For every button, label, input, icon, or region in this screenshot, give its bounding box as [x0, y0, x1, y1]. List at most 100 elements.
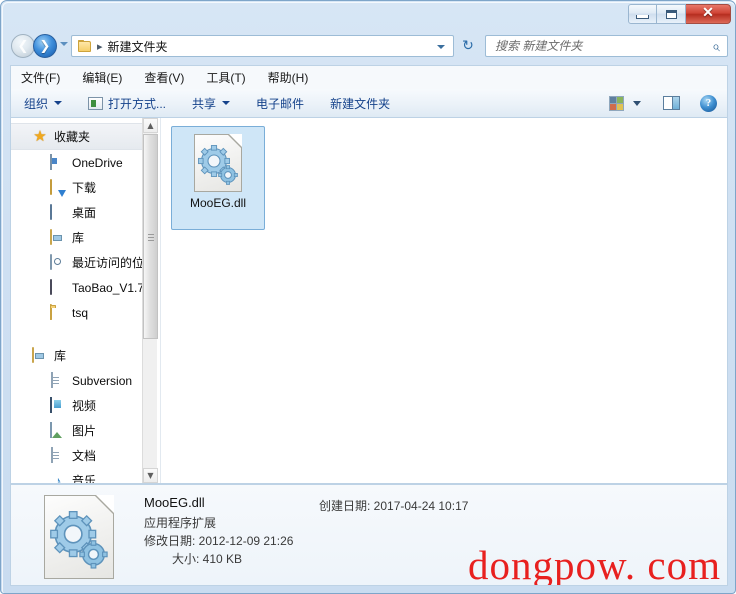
window-controls: ✕ — [628, 4, 731, 24]
open-with-label: 打开方式... — [108, 96, 167, 111]
scroll-down-button[interactable]: ▼ — [143, 468, 158, 483]
navigation-scrollbar[interactable]: ▲ ▼ — [142, 118, 158, 483]
explorer-body: ★ 收藏夹 OneDrive 下载 桌面 库 最近访问的位置 TaoBao_V1… — [10, 118, 728, 484]
onedrive-icon — [50, 153, 66, 171]
details-created-date: 创建日期: 2017-04-24 10:17 — [319, 499, 469, 513]
sidebar-item-label: 库 — [72, 231, 85, 245]
scrollbar-thumb[interactable] — [143, 134, 158, 339]
sidebar-item-desktop[interactable]: 桌面 — [11, 200, 151, 225]
share-label: 共享 — [192, 96, 217, 111]
folder-icon — [78, 39, 92, 53]
breadcrumb-separator: ▸ — [97, 40, 103, 53]
open-with-button[interactable]: 打开方式... — [88, 95, 166, 112]
sidebar-item-videos[interactable]: 视频 — [11, 393, 151, 418]
address-dropdown-icon[interactable] — [437, 45, 445, 49]
document-icon — [50, 446, 66, 464]
close-icon: ✕ — [702, 6, 714, 21]
sidebar-item-label: 图片 — [72, 424, 97, 438]
sidebar-item-label: 视频 — [72, 399, 97, 413]
sidebar-item-downloads[interactable]: 下载 — [11, 175, 151, 200]
sidebar-item-documents[interactable]: 文档 — [11, 443, 151, 468]
sidebar-group-label: 收藏夹 — [54, 130, 91, 144]
back-button[interactable]: ❮ — [11, 34, 35, 58]
sidebar-item-taobao[interactable]: TaoBao_V1.7 — [11, 275, 151, 300]
recent-places-icon — [50, 253, 66, 271]
menu-item-edit[interactable]: 编辑(E) — [82, 69, 122, 86]
sidebar-item-pictures[interactable]: 图片 — [11, 418, 151, 443]
dll-file-icon — [194, 134, 242, 192]
breadcrumb-path[interactable]: 新建文件夹 — [108, 38, 168, 55]
close-button[interactable]: ✕ — [686, 4, 731, 24]
maximize-button[interactable] — [657, 4, 686, 24]
details-file-size: 大小: 410 KB — [172, 552, 243, 566]
document-icon — [50, 371, 66, 389]
music-icon: ♪ — [54, 472, 62, 484]
view-options-icon[interactable] — [609, 95, 624, 111]
star-icon: ★ — [33, 127, 47, 145]
new-folder-button[interactable]: 新建文件夹 — [330, 95, 390, 112]
back-arrow-icon: ❮ — [17, 38, 29, 54]
search-icon[interactable]: ⌕ — [712, 39, 720, 55]
sidebar-item-label: Subversion — [72, 373, 133, 388]
download-icon — [50, 178, 66, 196]
sidebar-item-label: TaoBao_V1.7 — [72, 280, 145, 295]
sidebar-group-favorites[interactable]: ★ 收藏夹 — [11, 123, 151, 150]
address-bar[interactable]: ▸ 新建文件夹 — [71, 35, 454, 57]
sidebar-item-label: 最近访问的位置 — [72, 256, 151, 270]
dll-file-icon — [44, 495, 114, 579]
list-item-label: MooEG.dll — [189, 196, 247, 210]
minimize-icon — [636, 14, 649, 19]
file-list-pane[interactable]: MooEG.dll — [161, 118, 727, 483]
list-item[interactable]: MooEG.dll — [171, 126, 265, 230]
recent-pages-dropdown-icon[interactable] — [60, 42, 68, 46]
open-with-icon — [88, 96, 104, 110]
navigation-pane: ★ 收藏夹 OneDrive 下载 桌面 库 最近访问的位置 TaoBao_V1… — [11, 118, 161, 483]
title-bar: ✕ — [1, 1, 735, 27]
minimize-button[interactable] — [628, 4, 657, 24]
organize-button[interactable]: 组织 — [24, 95, 63, 112]
sidebar-item-onedrive[interactable]: OneDrive — [11, 150, 151, 175]
share-button[interactable]: 共享 — [192, 95, 231, 112]
sidebar-item-music[interactable]: ♪ 音乐 — [11, 468, 151, 484]
menu-item-tools[interactable]: 工具(T) — [206, 69, 245, 86]
sidebar-item-label: 文档 — [72, 449, 97, 463]
sidebar-item-label: 下载 — [72, 181, 97, 195]
menu-item-view[interactable]: 查看(V) — [144, 69, 184, 86]
sidebar-item-libraries-shortcut[interactable]: 库 — [11, 225, 151, 250]
menu-item-help[interactable]: 帮助(H) — [268, 69, 309, 86]
toolbar: 组织 打开方式... 共享 电子邮件 新建文件夹 ? — [10, 89, 728, 118]
sidebar-item-tsq[interactable]: tsq — [11, 300, 151, 325]
preview-pane-icon[interactable] — [663, 96, 680, 110]
scroll-up-button[interactable]: ▲ — [143, 118, 158, 133]
library-icon — [50, 228, 66, 246]
details-modified-date: 修改日期: 2012-12-09 21:26 — [144, 534, 294, 548]
picture-icon — [50, 421, 66, 439]
forward-button[interactable]: ❯ — [33, 34, 57, 58]
sidebar-item-label: tsq — [72, 305, 89, 320]
navigation-list: ★ 收藏夹 OneDrive 下载 桌面 库 最近访问的位置 TaoBao_V1… — [11, 123, 151, 483]
sidebar-item-subversion[interactable]: Subversion — [11, 368, 151, 393]
menu-item-file[interactable]: 文件(F) — [21, 69, 60, 86]
desktop-icon — [50, 203, 66, 221]
explorer-window: ✕ ❮ ❯ ▸ 新建文件夹 ↻ ⌕ 文件(F) 编辑(E) 查看(V) — [0, 0, 736, 594]
chevron-down-icon — [222, 101, 231, 105]
organize-label: 组织 — [24, 96, 49, 111]
chevron-down-icon — [54, 101, 63, 105]
maximize-icon — [665, 9, 677, 19]
library-folder-icon — [32, 346, 48, 364]
help-icon[interactable]: ? — [700, 94, 717, 112]
search-box[interactable]: ⌕ — [485, 35, 728, 57]
sidebar-group-libraries[interactable]: 库 — [11, 343, 151, 368]
sidebar-item-recent-places[interactable]: 最近访问的位置 — [11, 250, 151, 275]
search-input[interactable] — [493, 38, 697, 54]
sidebar-item-label: 音乐 — [72, 474, 97, 483]
chevron-down-icon[interactable] — [633, 100, 641, 106]
details-file-type: 应用程序扩展 — [144, 516, 217, 530]
refresh-button[interactable]: ↻ — [459, 37, 477, 55]
email-button[interactable]: 电子邮件 — [256, 95, 304, 112]
address-bar-row: ❮ ❯ ▸ 新建文件夹 ↻ ⌕ — [1, 29, 735, 63]
menu-bar: 文件(F) 编辑(E) 查看(V) 工具(T) 帮助(H) — [10, 65, 728, 89]
details-pane: MooEG.dll 应用程序扩展 修改日期: 2012-12-09 21:26 … — [10, 484, 728, 586]
toolbar-right-group: ? — [609, 94, 727, 112]
